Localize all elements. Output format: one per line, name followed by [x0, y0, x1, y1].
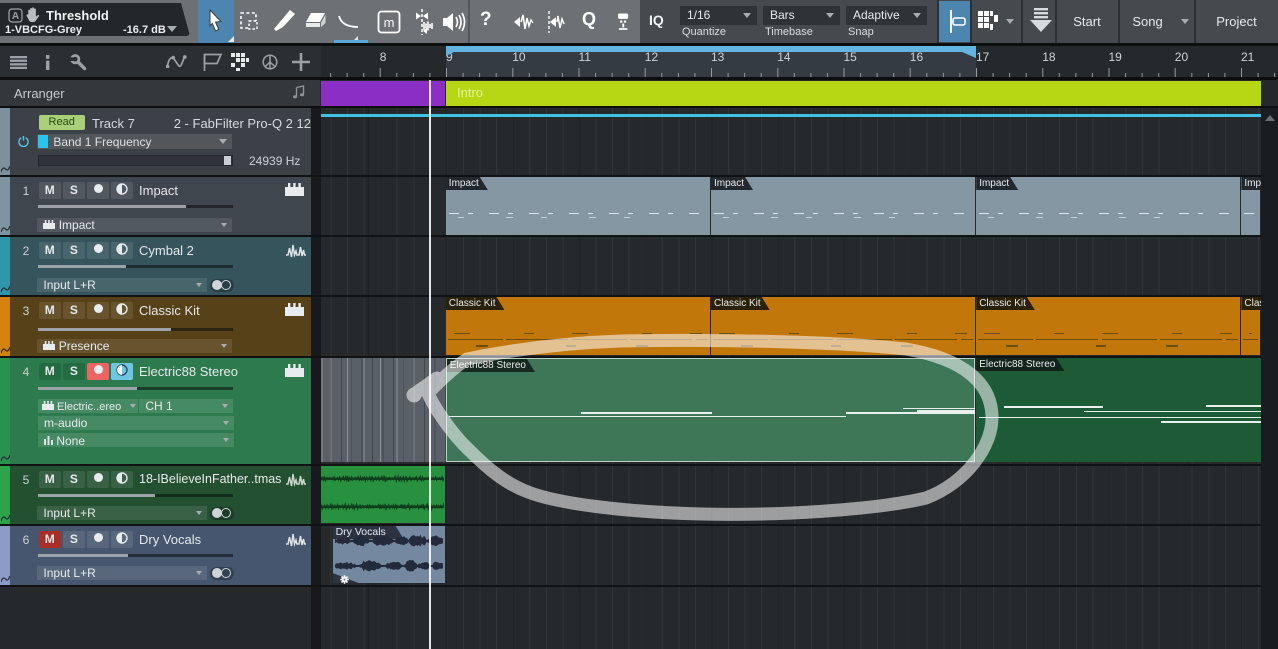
svg-text:A: A: [12, 11, 19, 22]
svg-text:m: m: [384, 15, 395, 30]
